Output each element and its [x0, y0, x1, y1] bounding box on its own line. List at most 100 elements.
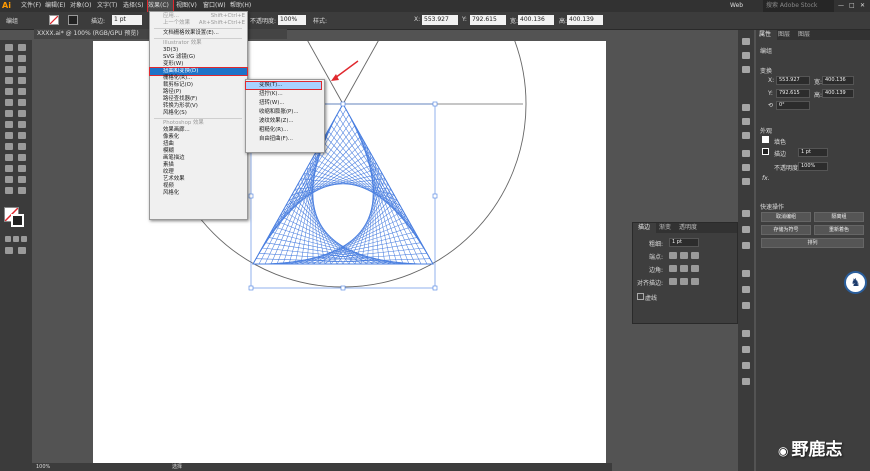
character-icon[interactable]: [742, 378, 750, 385]
screen-mode-icon[interactable]: [18, 247, 26, 254]
menu-select[interactable]: 选择(S): [123, 0, 144, 12]
lasso-tool-icon[interactable]: [18, 55, 26, 62]
artboard-tool-icon[interactable]: [5, 176, 13, 183]
effect-menu-item[interactable]: 风格化(S): [150, 110, 247, 117]
workspace-switcher[interactable]: Web: [730, 0, 743, 12]
line-tool-icon[interactable]: [18, 77, 26, 84]
effect-menu-item[interactable]: 路径(P): [150, 89, 247, 96]
rectangle-tool-icon[interactable]: [5, 88, 13, 95]
prop-stroke-weight[interactable]: 1 pt: [798, 148, 828, 157]
distort-submenu-item[interactable]: 粗糙化(R)...: [246, 127, 321, 134]
arrange-button[interactable]: 排列: [761, 238, 864, 248]
tab-properties[interactable]: 属性: [756, 30, 777, 40]
color-panel-icon[interactable]: [742, 104, 750, 111]
rotate-tool-icon[interactable]: [5, 110, 13, 117]
prop-stroke-swatch[interactable]: [762, 148, 769, 155]
graphic-styles-icon[interactable]: [742, 178, 750, 185]
isolate-group-button[interactable]: 隔离组: [814, 212, 864, 222]
stroke-swatch[interactable]: [68, 15, 78, 25]
distort-submenu-item[interactable]: 波纹效果(Z)...: [246, 118, 321, 125]
align-outside-icon[interactable]: [691, 278, 699, 285]
eyedropper-tool-icon[interactable]: [5, 154, 13, 161]
effect-menu-item[interactable]: 素描: [150, 162, 247, 169]
gradient-mode-icon[interactable]: [13, 236, 19, 242]
prop-width-field[interactable]: 400.136: [822, 76, 854, 85]
effect-menu-item[interactable]: 文档栅格效果设置(E)...: [150, 30, 247, 37]
effect-menu-item[interactable]: 应用... Shift+Ctrl+E: [150, 13, 247, 20]
distort-submenu-item[interactable]: 扭转(W)...: [246, 100, 321, 107]
effect-menu-item[interactable]: 画笔描边: [150, 155, 247, 162]
curvature-tool-icon[interactable]: [18, 66, 26, 73]
effect-menu-item[interactable]: 变形(W): [150, 61, 247, 68]
menu-file[interactable]: 文件(F): [21, 0, 41, 12]
recolor-button[interactable]: 重新着色: [814, 225, 864, 235]
paintbrush-tool-icon[interactable]: [18, 88, 26, 95]
transform-icon[interactable]: [742, 210, 750, 217]
stroke-weight-field[interactable]: 1 pt: [112, 15, 142, 25]
brushes-icon[interactable]: [742, 150, 750, 157]
layers-panel-icon[interactable]: [742, 66, 750, 73]
effect-menu-item[interactable]: 上一个效果 Alt+Shift+Ctrl+E: [150, 20, 247, 27]
x-field[interactable]: 553.927: [422, 15, 458, 25]
align-center-icon[interactable]: [669, 278, 677, 285]
height-field[interactable]: 400.139: [567, 15, 603, 25]
width-field[interactable]: 400.136: [518, 15, 554, 25]
effect-menu-item[interactable]: 艺术效果: [150, 176, 247, 183]
links-icon[interactable]: [742, 362, 750, 369]
align-inside-icon[interactable]: [680, 278, 688, 285]
stroke-icon[interactable]: [742, 270, 750, 277]
fx-button[interactable]: fx.: [762, 175, 770, 182]
bevel-join-icon[interactable]: [691, 265, 699, 272]
artboards-icon[interactable]: [742, 346, 750, 353]
butt-cap-icon[interactable]: [669, 252, 677, 259]
save-as-symbol-button[interactable]: 存储为符号: [761, 225, 811, 235]
effect-menu-item[interactable]: 转换为形状(V): [150, 103, 247, 110]
round-cap-icon[interactable]: [680, 252, 688, 259]
selection-tool-icon[interactable]: [5, 44, 13, 51]
width-tool-icon[interactable]: [5, 121, 13, 128]
shape-builder-tool-icon[interactable]: [5, 132, 13, 139]
effect-menu-item[interactable]: 效果画廊...: [150, 127, 247, 134]
graph-tool-icon[interactable]: [18, 165, 26, 172]
magic-wand-tool-icon[interactable]: [5, 55, 13, 62]
close-window-button[interactable]: ✕: [860, 0, 865, 12]
prop-fill-swatch[interactable]: [762, 136, 769, 143]
tab-transparency[interactable]: 透明度: [679, 223, 703, 233]
free-transform-tool-icon[interactable]: [18, 121, 26, 128]
prop-y-field[interactable]: 792.615: [776, 89, 810, 98]
pencil-tool-icon[interactable]: [5, 99, 13, 106]
tab-layers-2[interactable]: 图层: [798, 30, 814, 40]
y-field[interactable]: 792.615: [470, 15, 506, 25]
appearance-icon[interactable]: [742, 330, 750, 337]
effect-menu-item[interactable]: 视频: [150, 183, 247, 190]
prop-x-field[interactable]: 553.927: [776, 76, 810, 85]
mesh-tool-icon[interactable]: [5, 143, 13, 150]
blend-tool-icon[interactable]: [18, 154, 26, 161]
projecting-cap-icon[interactable]: [691, 252, 699, 259]
effect-menu-item[interactable]: 3D(3): [150, 47, 247, 54]
effect-menu-item[interactable]: 路径查找器(F): [150, 96, 247, 103]
align-icon[interactable]: [742, 226, 750, 233]
type-tool-icon[interactable]: [5, 77, 13, 84]
fill-swatch[interactable]: [49, 15, 59, 25]
perspective-tool-icon[interactable]: [18, 132, 26, 139]
eraser-tool-icon[interactable]: [18, 99, 26, 106]
scale-tool-icon[interactable]: [18, 110, 26, 117]
distort-submenu-item[interactable]: 自由扭曲(F)...: [246, 136, 321, 143]
slice-tool-icon[interactable]: [18, 176, 26, 183]
prop-opacity-field[interactable]: 100%: [798, 162, 828, 171]
stroke-color-swatch[interactable]: [11, 214, 24, 227]
ungroup-button[interactable]: 取消编组: [761, 212, 811, 222]
effect-menu-item[interactable]: 像素化: [150, 134, 247, 141]
distort-submenu-item[interactable]: 收缩和膨胀(P)...: [246, 109, 321, 116]
draw-mode-icon[interactable]: [5, 247, 13, 254]
effect-menu-item[interactable]: 扭曲: [150, 141, 247, 148]
search-stock-field[interactable]: 搜索 Adobe Stock: [763, 0, 834, 12]
color-guide-icon[interactable]: [742, 118, 750, 125]
effect-menu-item[interactable]: 模糊: [150, 148, 247, 155]
dashed-line-checkbox[interactable]: [637, 293, 644, 300]
effect-menu-item[interactable]: 纹理: [150, 169, 247, 176]
libraries-panel-icon[interactable]: [742, 52, 750, 59]
hand-tool-icon[interactable]: [5, 187, 13, 194]
gradient-icon[interactable]: [742, 286, 750, 293]
